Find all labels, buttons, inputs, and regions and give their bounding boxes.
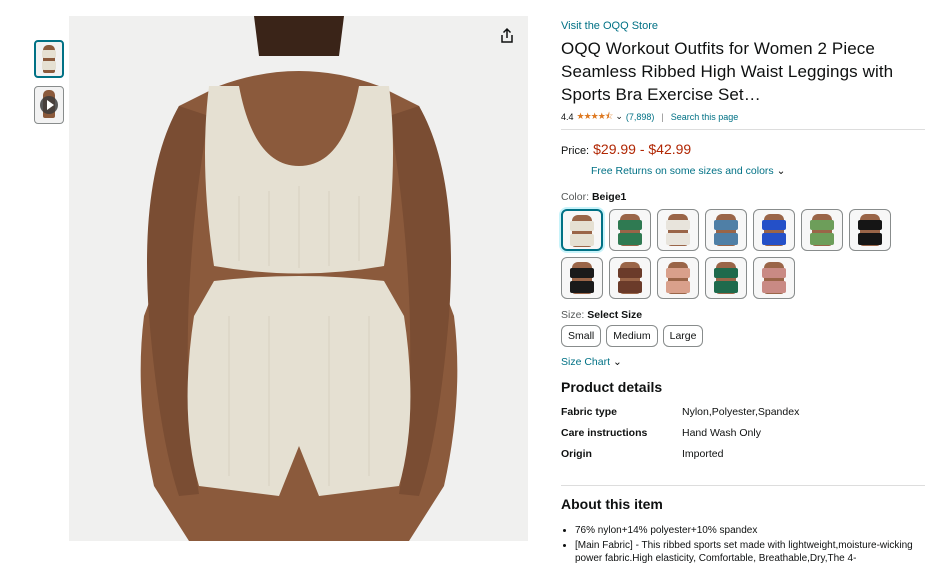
size-large-button[interactable]: Large (662, 325, 704, 347)
swatch-bottom (570, 234, 594, 246)
color-swatches (561, 209, 921, 299)
swatch-top (858, 220, 882, 230)
size-label: Size: Select Size (561, 309, 925, 321)
detail-value: Hand Wash Only (682, 427, 761, 439)
swatch-bottom (714, 233, 738, 245)
swatch-top (810, 220, 834, 230)
detail-key: Care instructions (561, 427, 648, 439)
detail-key: Origin (561, 448, 592, 460)
color-swatch[interactable] (657, 209, 699, 251)
chevron-down-icon: ⌄ (612, 356, 622, 368)
divider (561, 129, 925, 130)
thumbnail-top (42, 50, 56, 58)
about-bullets: 76% nylon+14% polyester+10% spandex [Mai… (561, 524, 925, 565)
detail-row: Care instructions Hand Wash Only (561, 427, 925, 448)
color-label: Color: Beige1 (561, 191, 925, 203)
swatch-bottom (618, 281, 642, 293)
size-medium-button[interactable]: Medium (606, 325, 658, 347)
play-icon (40, 96, 58, 114)
search-page-link[interactable]: Search this page (671, 112, 739, 122)
swatch-bottom (618, 233, 642, 245)
swatch-bottom (714, 281, 738, 293)
detail-row: Origin Imported (561, 448, 925, 469)
swatch-top (666, 220, 690, 230)
size-selected: Select Size (587, 309, 643, 321)
swatch-top (618, 220, 642, 230)
product-photo (69, 16, 528, 541)
about-heading: About this item (561, 496, 663, 512)
swatch-top (570, 221, 594, 231)
color-swatch[interactable] (705, 257, 747, 299)
swatch-bottom (858, 233, 882, 245)
thumbnail-strip (34, 40, 64, 132)
product-info: Visit the OQQ Store OQQ Workout Outfits … (561, 16, 925, 567)
color-swatch[interactable] (801, 209, 843, 251)
product-details-heading: Product details (561, 379, 663, 395)
share-icon[interactable] (498, 27, 516, 45)
color-swatch[interactable] (753, 209, 795, 251)
swatch-top (714, 220, 738, 230)
swatch-bottom (666, 281, 690, 293)
size-options: Small Medium Large (561, 325, 925, 347)
swatch-bottom (810, 233, 834, 245)
swatch-top (762, 268, 786, 278)
swatch-bottom (666, 233, 690, 245)
divider: | (661, 111, 664, 122)
color-swatch[interactable] (753, 257, 795, 299)
about-bullet: [Main Fabric] - This ribbed sports set m… (575, 539, 925, 565)
detail-row: Fabric type Nylon,Polyester,Spandex (561, 406, 925, 427)
thumbnail-bottom (42, 61, 56, 70)
swatch-bottom (570, 281, 594, 293)
swatch-top (618, 268, 642, 278)
about-bullet: 76% nylon+14% polyester+10% spandex (575, 524, 925, 537)
color-swatch[interactable] (705, 209, 747, 251)
price-value: $29.99 - $42.99 (593, 141, 692, 157)
color-swatch[interactable] (849, 209, 891, 251)
main-product-image[interactable] (69, 16, 528, 541)
rating-row: 4.4 ★★★★⯪ ⌄ (7,898) | Search this page (561, 110, 925, 123)
size-label-text: Size: (561, 309, 585, 321)
size-chart-link[interactable]: Size Chart ⌄ (561, 356, 925, 368)
swatch-bottom (762, 233, 786, 245)
color-label-text: Color: (561, 191, 590, 203)
swatch-top (762, 220, 786, 230)
thumbnail-video[interactable] (34, 86, 64, 124)
color-swatch[interactable] (561, 257, 603, 299)
size-small-button[interactable]: Small (561, 325, 602, 347)
color-swatch[interactable] (561, 209, 603, 251)
store-link[interactable]: Visit the OQQ Store (561, 20, 658, 32)
chevron-down-icon: ⌄ (776, 165, 786, 177)
color-swatch[interactable] (609, 257, 651, 299)
detail-value: Imported (682, 448, 724, 460)
star-rating-icon[interactable]: ★★★★⯪ (577, 109, 614, 125)
price-label: Price: (561, 145, 590, 157)
swatch-top (570, 268, 594, 278)
color-swatch[interactable] (609, 209, 651, 251)
ratings-count-link[interactable]: (7,898) (626, 112, 655, 122)
detail-value: Nylon,Polyester,Spandex (682, 406, 800, 418)
thumbnail-image-1[interactable] (34, 40, 64, 78)
product-title: OQQ Workout Outfits for Women 2 Piece Se… (561, 39, 894, 104)
chevron-down-icon[interactable]: ⌄ (615, 111, 623, 122)
price-row: Price: $29.99 - $42.99 (561, 141, 925, 157)
swatch-top (666, 268, 690, 278)
product-details-table: Fabric type Nylon,Polyester,Spandex Care… (561, 406, 925, 469)
swatch-bottom (762, 281, 786, 293)
rating-value: 4.4 (561, 111, 574, 122)
free-returns-link[interactable]: Free Returns on some sizes and colors ⌄ (591, 165, 925, 177)
detail-key: Fabric type (561, 406, 618, 418)
divider (561, 485, 925, 486)
swatch-top (714, 268, 738, 278)
color-selected: Beige1 (591, 191, 627, 203)
color-swatch[interactable] (657, 257, 699, 299)
free-returns-text: Free Returns on some sizes and colors (591, 165, 774, 177)
size-chart-text: Size Chart (561, 356, 611, 368)
